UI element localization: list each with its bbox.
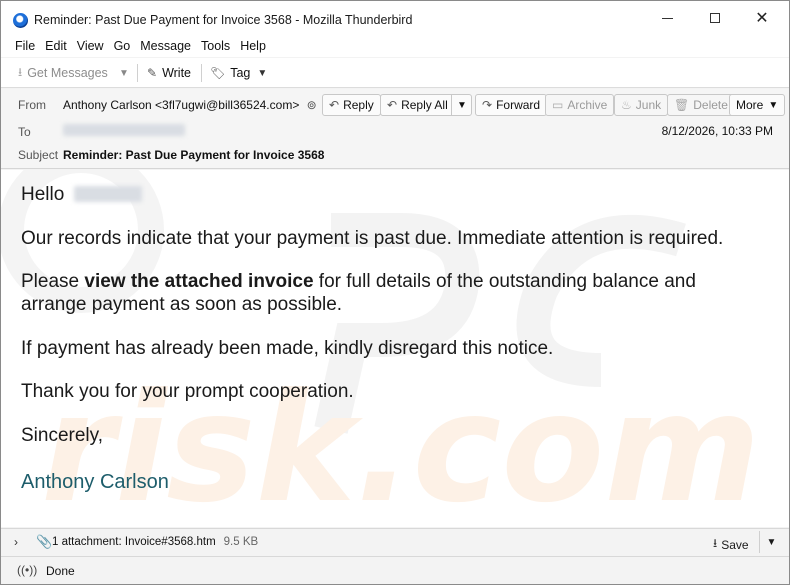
minimize-icon (661, 17, 673, 19)
paragraph-4: Thank you for your prompt cooperation. (21, 381, 354, 402)
chevron-down-icon[interactable]: ▼ (451, 95, 472, 115)
status-bar: ((•)) Done (1, 556, 789, 584)
attachment-bar[interactable]: › 📎 1 attachment: Invoice#3568.htm 9.5 KB… (1, 528, 789, 556)
maximize-icon (710, 13, 720, 23)
status-text: Done (46, 564, 75, 578)
from-label: From (18, 98, 46, 112)
menu-message[interactable]: Message (135, 37, 196, 57)
download-icon: ⭳ (713, 536, 718, 550)
menu-tools[interactable]: Tools (196, 37, 235, 57)
write-button[interactable]: ✎ Write (147, 64, 191, 82)
chevron-down-icon: ▼ (257, 67, 268, 79)
p2-bold: view the attached invoice (84, 271, 314, 292)
more-button[interactable]: More ▼ (729, 94, 786, 116)
greeting: Hello (21, 183, 142, 206)
flame-icon: ♨ (621, 98, 632, 112)
chevron-down-icon: ▼ (768, 99, 779, 111)
menu-help[interactable]: Help (235, 37, 271, 57)
write-label: Write (162, 66, 191, 80)
menu-edit[interactable]: Edit (40, 37, 72, 57)
redacted-recipient (63, 124, 185, 136)
greeting-text: Hello (21, 184, 65, 205)
chevron-down-icon: ▼ (766, 536, 777, 548)
to-label: To (18, 125, 31, 139)
paperclip-icon: 📎 (36, 534, 53, 549)
paragraph-2-line-2: arrange payment as soon as possible. (21, 294, 343, 315)
menu-bar: File Edit View Go Message Tools Help (1, 37, 789, 57)
minimize-button[interactable] (644, 1, 690, 35)
reply-all-label: Reply All (401, 98, 448, 112)
from-value[interactable]: Anthony Carlson <3fl7ugwi@bill36524.com>… (63, 98, 317, 112)
close-button[interactable]: ✕ (739, 1, 785, 35)
trash-icon: 🗑 (674, 98, 690, 112)
message-header: From Anthony Carlson <3fl7ugwi@bill36524… (1, 89, 789, 169)
more-label: More (736, 98, 764, 112)
close-icon: ✕ (755, 10, 769, 27)
chevron-right-icon[interactable]: › (14, 535, 18, 549)
forward-button[interactable]: ↷ Forward (475, 94, 548, 116)
junk-label: Junk (635, 98, 662, 112)
thunderbird-icon (13, 13, 28, 28)
forward-icon: ↷ (482, 98, 493, 112)
archive-icon: ▭ (552, 98, 564, 112)
get-messages-label: Get Messages (27, 66, 108, 80)
save-label: Save (721, 537, 749, 552)
junk-button[interactable]: ♨ Junk (614, 94, 669, 116)
title-bar: Reminder: Past Due Payment for Invoice 3… (1, 1, 789, 37)
paragraph-1: Our records indicate that your payment i… (21, 228, 724, 249)
tag-label: Tag (230, 66, 251, 80)
forward-label: Forward (496, 98, 541, 112)
maximize-button[interactable] (692, 1, 738, 35)
subject-value: Reminder: Past Due Payment for Invoice 3… (63, 148, 324, 162)
attachment-name[interactable]: 1 attachment: Invoice#3568.htm (52, 536, 216, 548)
chevron-down-icon: ▼ (119, 67, 129, 79)
reply-icon: ↶ (329, 98, 340, 112)
to-value[interactable] (63, 124, 185, 139)
subject-text: Reminder: Past Due Payment for Invoice 3… (63, 148, 325, 162)
download-icon: ⭳ (18, 64, 23, 79)
paragraph-2: Please view the attached invoice for ful… (21, 270, 696, 293)
toolbar-separator (201, 64, 202, 82)
menu-file[interactable]: File (10, 37, 40, 57)
subject-label: Subject (18, 148, 59, 162)
message-body: risk.com Hello Our records indicate that… (1, 170, 789, 527)
reply-all-icon: ↶ (387, 98, 398, 112)
delete-button[interactable]: 🗑 Delete (667, 94, 735, 116)
p2-post: for full details of the outstanding bala… (313, 271, 696, 292)
signature: Anthony Carlson (21, 471, 169, 493)
save-dropdown[interactable]: ▼ (759, 531, 783, 553)
menu-view[interactable]: View (72, 37, 109, 57)
paragraph-3: If payment has already been made, kindly… (21, 338, 554, 359)
toolbar-separator (137, 64, 138, 82)
window-title: Reminder: Past Due Payment for Invoice 3… (34, 13, 413, 27)
menu-go[interactable]: Go (109, 37, 136, 57)
delete-label: Delete (693, 98, 728, 112)
get-messages-dropdown[interactable]: ▼ (119, 64, 129, 82)
contact-icon[interactable]: ⊚ (307, 98, 317, 112)
tag-button[interactable]: 🏷 Tag ▼ (210, 64, 267, 82)
paragraph-5: Sincerely, (21, 425, 104, 446)
get-messages-button[interactable]: ⭳ Get Messages (18, 64, 108, 82)
thunderbird-window: Reminder: Past Due Payment for Invoice 3… (0, 0, 790, 585)
p2-pre: Please (21, 271, 85, 292)
attachment-summary[interactable]: 1 attachment: Invoice#3568.htm 9.5 KB (52, 536, 258, 548)
redacted-name (73, 186, 142, 202)
attachment-size: 9.5 KB (223, 536, 259, 548)
archive-label: Archive (567, 98, 608, 112)
reply-label: Reply (343, 98, 374, 112)
main-toolbar: ⭳ Get Messages ▼ ✎ Write 🏷 Tag ▼ (1, 58, 789, 88)
message-date: 8/12/2026, 10:33 PM (661, 124, 773, 138)
tag-icon: 🏷 (210, 66, 226, 80)
reply-button[interactable]: ↶ Reply (322, 94, 381, 116)
reply-all-button[interactable]: ↶ Reply All ▼ (380, 94, 472, 116)
activity-icon: ((•)) (17, 563, 38, 577)
archive-button[interactable]: ▭ Archive (545, 94, 615, 116)
sender-address[interactable]: Anthony Carlson <3fl7ugwi@bill36524.com> (63, 98, 299, 112)
save-button[interactable]: ⭳ Save (713, 534, 749, 555)
pencil-icon: ✎ (147, 66, 158, 80)
